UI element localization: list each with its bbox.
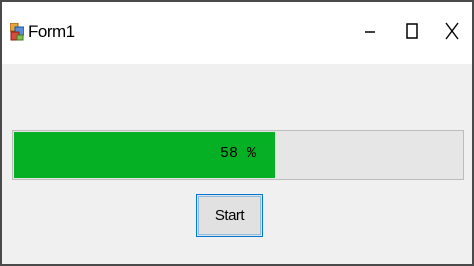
close-button[interactable]	[431, 4, 473, 62]
progress-bar: 58 %	[12, 130, 464, 180]
maximize-icon	[406, 22, 418, 44]
minimize-icon	[364, 24, 376, 42]
window-title: Form1	[28, 22, 75, 41]
close-icon	[445, 22, 459, 45]
start-button[interactable]: Start	[196, 194, 263, 237]
winforms-app-icon	[9, 22, 25, 41]
app-window: Form1 58 % Start	[0, 0, 474, 266]
maximize-button[interactable]	[391, 4, 433, 62]
title-bar[interactable]: Form1	[2, 0, 472, 64]
minimize-button[interactable]	[349, 4, 391, 62]
form-client-area: 58 % Start	[2, 64, 472, 264]
progress-label: 58 %	[220, 145, 257, 162]
